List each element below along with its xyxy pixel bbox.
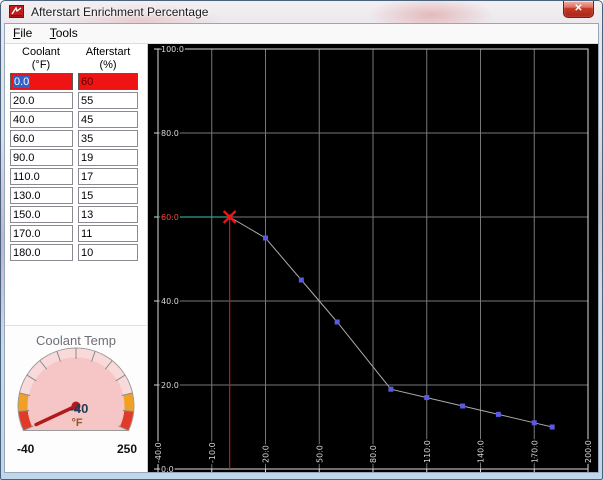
table-panel: Coolant (°F) Afterstart (%) 0.0 60 20.0 55 4… (5, 44, 148, 472)
coolant-cell[interactable]: 90.0 (10, 149, 73, 166)
afterstart-cell[interactable]: 55 (78, 92, 138, 109)
chart-panel: 0.0 20.0 40.0 60.0 80.0 100.0 -40.0 -10.0 20.0 50… (148, 44, 598, 472)
gauge-min-label: -40 (17, 442, 35, 456)
coolant-cell[interactable]: 20.0 (10, 92, 73, 109)
table-row: 110.0 17 (5, 168, 147, 187)
x-axis-label: -10.0 (208, 442, 217, 463)
x-axis-label: 140.0 (477, 440, 486, 463)
afterstart-cell[interactable]: 60 (78, 73, 138, 90)
coolant-cell[interactable]: 0.0 (10, 73, 73, 90)
gauge-max-label: 250 (116, 442, 137, 456)
coolant-temp-gauge: -40 °F (17, 347, 135, 432)
table-row: 0.0 60 (5, 73, 147, 92)
gauge-panel: Coolant Temp -40 °F -40 250 (5, 325, 147, 472)
column-unit: (°F) (31, 59, 51, 71)
y-axis-label: 20.0 (161, 381, 179, 390)
coolant-cell[interactable]: 60.0 (10, 130, 73, 147)
table-row: 150.0 13 (5, 206, 147, 225)
selected-text: 0.0 (13, 76, 31, 88)
app-window: Afterstart Enrichment Percentage ✕ File … (0, 0, 603, 480)
column-title: Coolant (22, 46, 60, 58)
afterstart-cell[interactable]: 10 (78, 244, 138, 261)
x-axis-label: 200.0 (584, 440, 593, 463)
data-point[interactable] (298, 277, 304, 283)
x-axis-label: 50.0 (315, 445, 324, 463)
y-axis-label: 60.0 (161, 213, 179, 222)
gauge-band-segment (119, 410, 134, 431)
coolant-cell[interactable]: 180.0 (10, 244, 73, 261)
coolant-cell[interactable]: 130.0 (10, 187, 73, 204)
coolant-cell[interactable]: 40.0 (10, 111, 73, 128)
y-axis-label: 100.0 (161, 45, 184, 54)
table-row: 170.0 11 (5, 225, 147, 244)
x-axis-label: 110.0 (423, 440, 432, 463)
series-line (229, 216, 553, 428)
data-point[interactable] (424, 395, 430, 401)
gauge-band-segment (18, 393, 29, 412)
gauge-value: -40 (70, 401, 89, 416)
content-area: Coolant (°F) Afterstart (%) 0.0 60 20.0 55 4… (5, 44, 598, 472)
table-row: 180.0 10 (5, 244, 147, 263)
menu-file[interactable]: File (7, 24, 38, 42)
gauge-units: °F (71, 417, 82, 429)
data-point[interactable] (263, 235, 268, 241)
afterstart-cell[interactable]: 19 (78, 149, 138, 166)
table-row: 20.0 55 (5, 92, 147, 111)
window-title: Afterstart Enrichment Percentage (31, 5, 209, 19)
afterstart-cell[interactable]: 45 (78, 111, 138, 128)
app-icon (9, 5, 24, 18)
afterstart-cell[interactable]: 11 (78, 225, 138, 242)
x-axis-label: 170.0 (530, 440, 539, 463)
afterstart-cell[interactable]: 15 (78, 187, 138, 204)
y-axis-label: 0.0 (161, 465, 174, 472)
x-axis-label: 80.0 (369, 445, 378, 463)
x-axis-label: -40.0 (154, 442, 163, 463)
afterstart-chart[interactable]: 0.0 20.0 40.0 60.0 80.0 100.0 -40.0 -10.0 20.0 50… (148, 44, 598, 472)
coolant-cell[interactable]: 110.0 (10, 168, 73, 185)
x-axis-label: 20.0 (262, 445, 271, 463)
table-row: 130.0 15 (5, 187, 147, 206)
column-header-coolant: Coolant (°F) (8, 46, 74, 72)
data-point[interactable] (388, 386, 394, 392)
coolant-cell[interactable]: 150.0 (10, 206, 73, 223)
table-row: 60.0 35 (5, 130, 147, 149)
column-unit: (%) (99, 59, 117, 71)
client-area: File Tools Coolant (°F) Afterstart (%) 0… (4, 23, 599, 473)
data-point[interactable] (334, 319, 340, 325)
table-row: 40.0 45 (5, 111, 147, 130)
afterstart-cell[interactable]: 17 (78, 168, 138, 185)
column-title: Afterstart (85, 46, 131, 58)
table-row: 90.0 19 (5, 149, 147, 168)
y-axis-label: 80.0 (161, 129, 179, 138)
menu-bar: File Tools (5, 24, 598, 44)
close-button[interactable]: ✕ (563, 1, 594, 18)
gauge-band-segment (123, 393, 134, 412)
menu-tools[interactable]: Tools (44, 24, 84, 42)
data-point[interactable] (531, 420, 537, 426)
value-grid: 0.0 60 20.0 55 40.0 45 60.0 35 90.0 19 110.0 17 130.… (5, 73, 147, 263)
y-axis-label: 40.0 (161, 297, 179, 306)
data-point[interactable] (495, 411, 501, 417)
afterstart-cell[interactable]: 13 (78, 206, 138, 223)
column-header-afterstart: Afterstart (%) (75, 46, 141, 72)
gauge-band-segment (18, 410, 33, 431)
coolant-cell[interactable]: 170.0 (10, 225, 73, 242)
data-point[interactable] (549, 424, 555, 430)
afterstart-cell[interactable]: 35 (78, 130, 138, 147)
data-point[interactable] (460, 403, 466, 409)
title-bar[interactable]: Afterstart Enrichment Percentage ✕ (1, 1, 602, 23)
